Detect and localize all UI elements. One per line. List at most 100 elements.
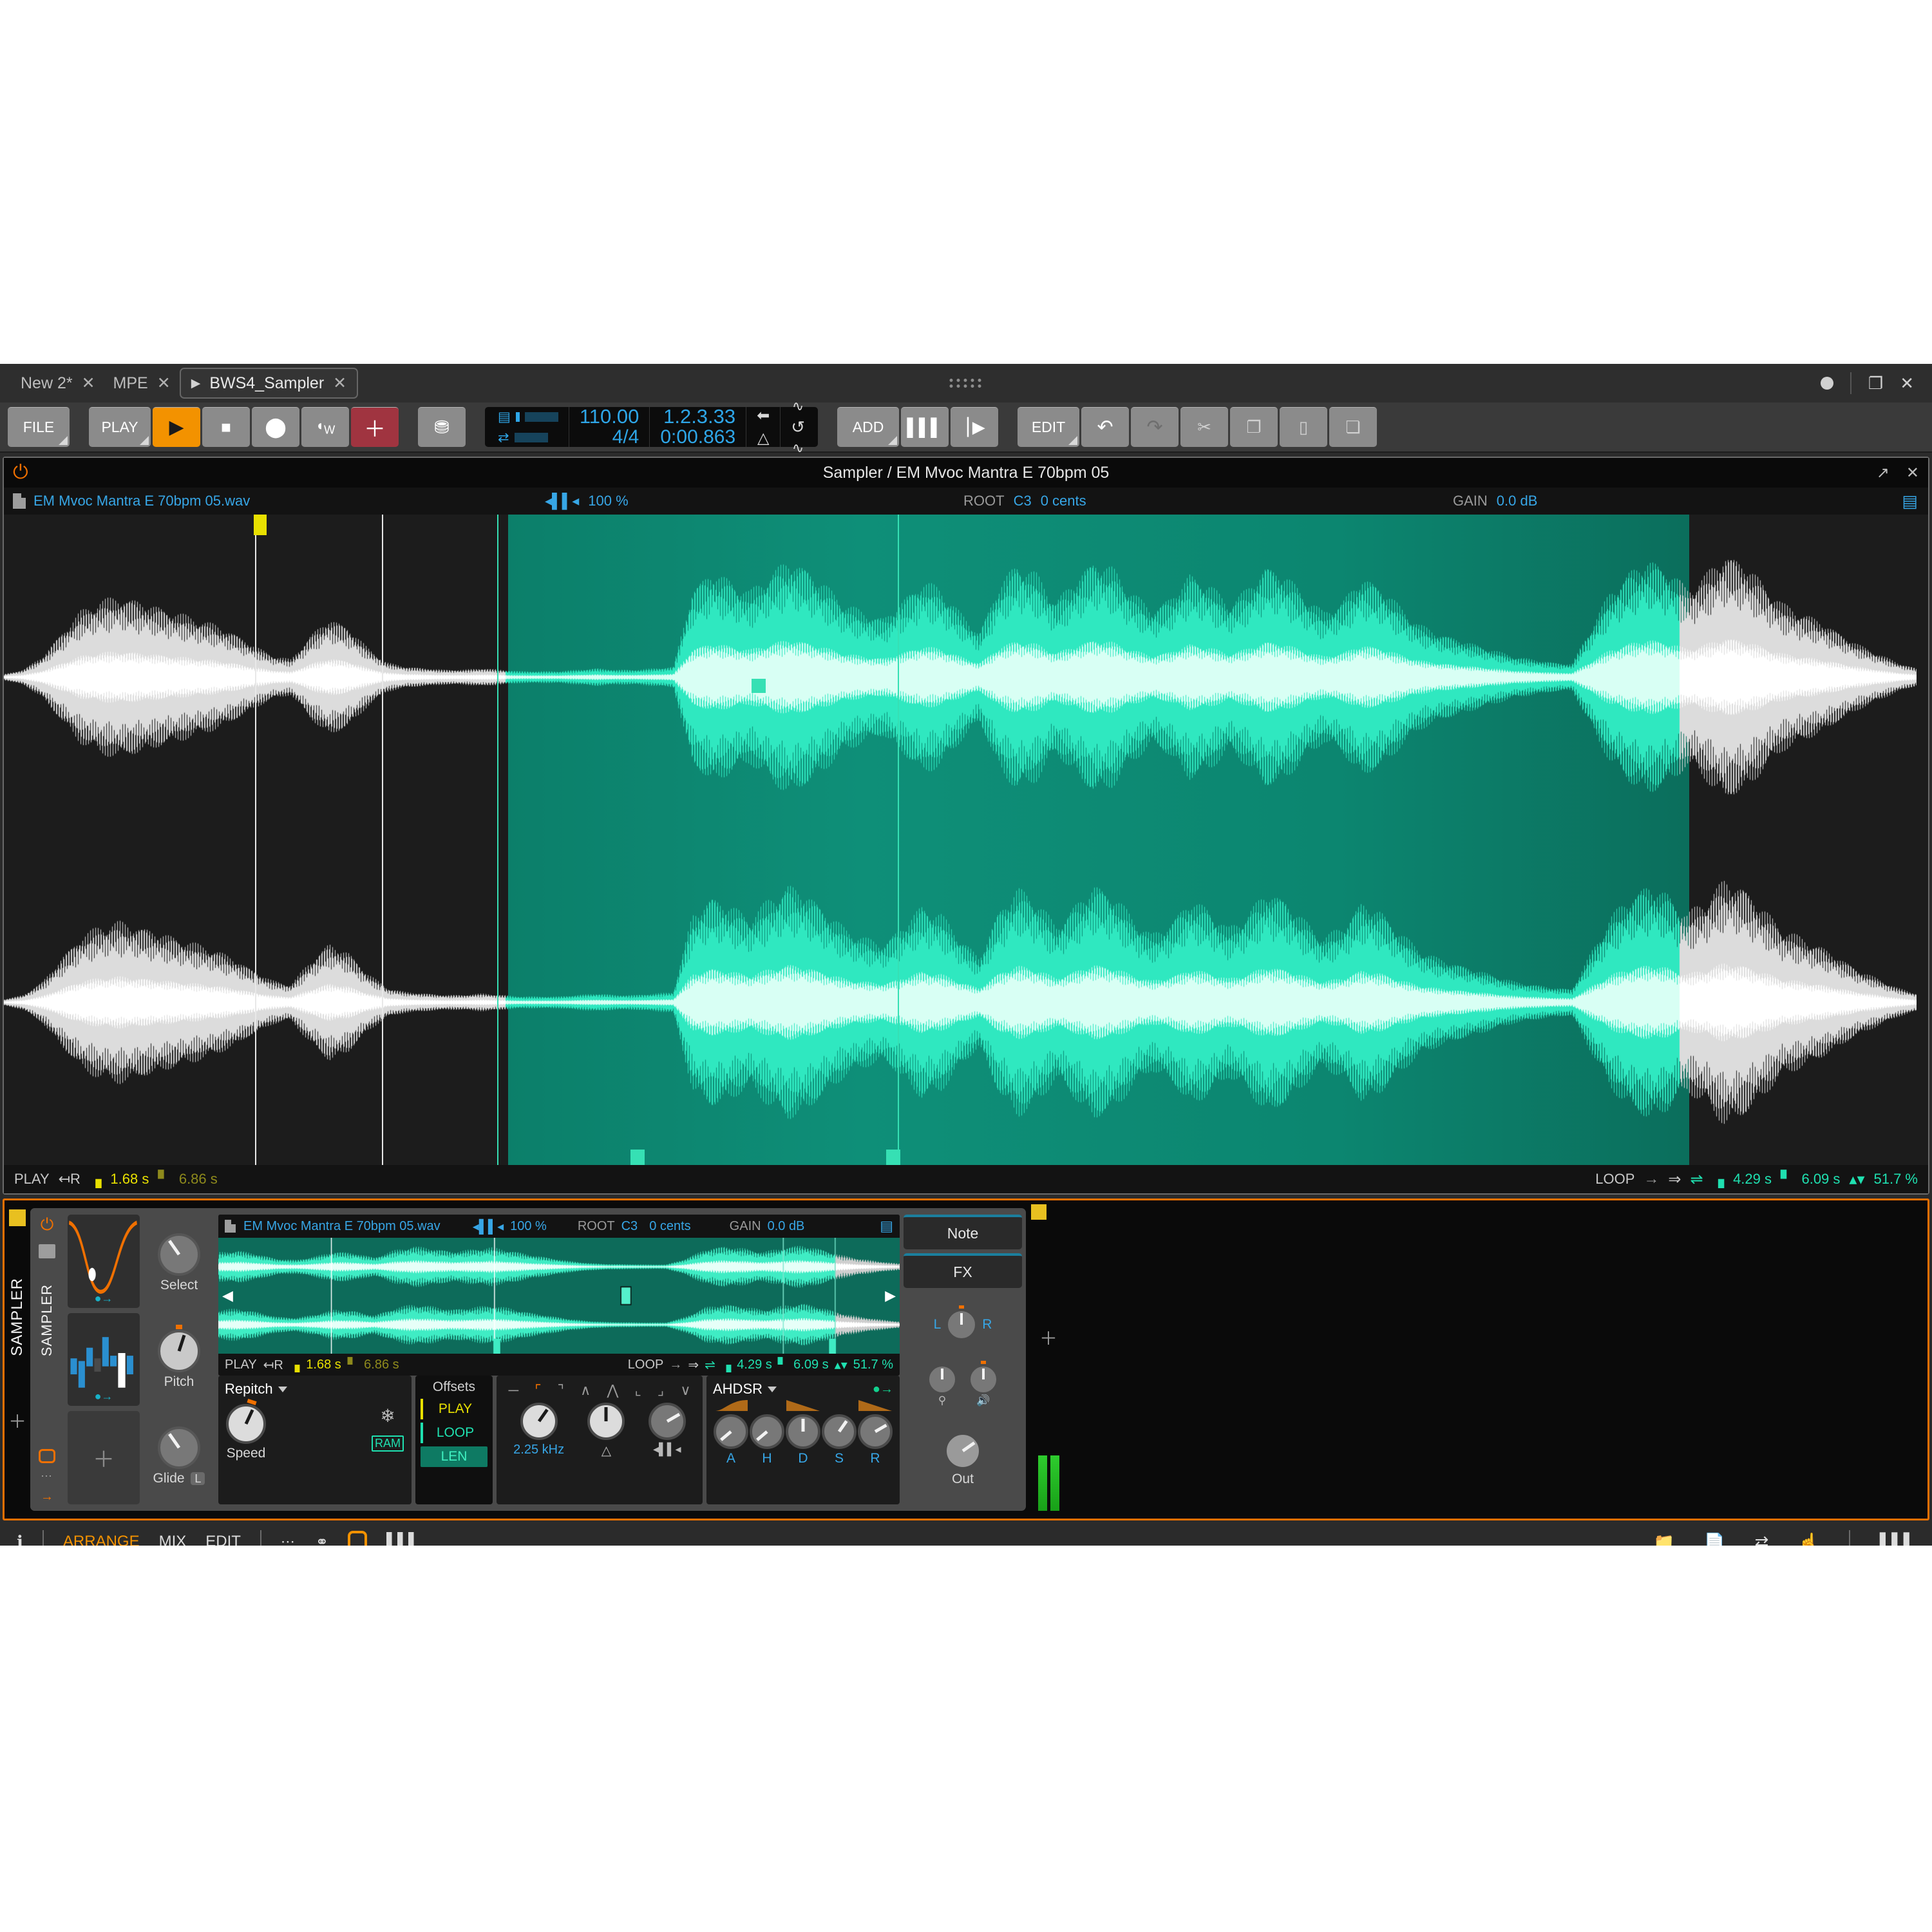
restore-window-icon[interactable]: ❐ [1868,374,1883,393]
chevron-down-icon[interactable] [278,1387,287,1392]
ram-icon[interactable]: RAM [372,1435,404,1452]
offset-loop-button[interactable]: LOOP [421,1423,488,1443]
add-note-clip-button[interactable]: ▌▌▌ [901,407,949,447]
mini-loop-end-value[interactable]: 6.09 s [793,1358,828,1372]
envelope-h-knob[interactable] [750,1414,784,1449]
add-menu-button[interactable]: ADD [837,407,899,447]
scroll-right-icon[interactable]: ▶ [885,1287,896,1304]
touch-icon[interactable]: ☝ [1798,1532,1819,1546]
modulation-icon[interactable]: ⚭ [316,1533,328,1546]
mixer-icon[interactable]: ▌▌▌ [1880,1532,1915,1546]
add-track-button[interactable]: ＋ [351,407,399,447]
io-icon[interactable]: ⇄ [1755,1532,1769,1546]
mini-loop-start-value[interactable]: 4.29 s [737,1358,772,1372]
root-cents-value[interactable]: 0 cents [1041,493,1086,509]
modulator-slot-envelope[interactable]: ●→ [68,1215,140,1308]
waveform-canvas[interactable] [4,515,1917,1165]
loop-start-value[interactable]: 4.29 s [1733,1171,1772,1188]
save-button[interactable]: ⛃ [418,407,466,447]
velocity-mix-knob[interactable] [969,1365,998,1394]
zoom-value[interactable]: 100 % [588,493,628,509]
mini-zoom-icon[interactable]: ◂▌▌◂ [473,1218,504,1235]
paste-button[interactable]: ▯ [1280,407,1327,447]
power-icon[interactable]: ⏻ [13,462,28,484]
mini-root-cents-value[interactable]: 0 cents [649,1219,690,1234]
envelope-r-knob[interactable] [858,1414,893,1449]
out-knob[interactable] [944,1432,981,1470]
record-button[interactable]: ⬤ [252,407,299,447]
tempo-signature-display[interactable]: 110.00 4/4 [569,407,650,447]
stop-button[interactable]: ■ [202,407,250,447]
device-expand-icon[interactable] [39,1449,55,1463]
view-tab-edit[interactable]: EDIT [205,1533,241,1546]
offset-len-button[interactable]: LEN [421,1446,488,1467]
scroll-left-icon[interactable]: ◀ [222,1287,233,1304]
modulator-slot-steps[interactable]: ●→ [68,1313,140,1406]
play-start-line[interactable] [255,515,256,1165]
cut-button[interactable]: ✂ [1180,407,1228,447]
tab-mpe[interactable]: MPE ✕ [104,370,180,397]
bandpass-icon[interactable]: ∧ [580,1382,591,1399]
browser-icon[interactable]: 📁 [1654,1532,1674,1546]
mini-reverse-icon[interactable]: ↤R [263,1357,283,1373]
popout-icon[interactable]: ↗ [1877,464,1889,482]
device-panel-icon[interactable] [348,1531,367,1546]
file-menu-button[interactable]: FILE [8,407,70,447]
tab-close-icon[interactable]: ✕ [333,374,346,393]
info-icon[interactable]: ℹ [17,1532,23,1546]
pre-roll-icon[interactable]: ⬅ [757,406,770,425]
fade-out-icon[interactable]: ∿ [792,440,804,457]
mini-sample-file-name[interactable]: EM Mvoc Mantra E 70bpm 05.wav [243,1219,440,1234]
position-display[interactable]: 1.2.3.33 0:00.863 [650,407,746,447]
crossfade-value[interactable]: 51.7 % [1874,1171,1918,1188]
record-indicator-icon[interactable] [1821,377,1833,390]
waveform-display[interactable] [4,515,1928,1165]
speed-knob[interactable] [226,1404,266,1444]
select-knob[interactable] [158,1233,200,1276]
highpass-icon[interactable]: ⌞ [634,1382,641,1399]
mini-crossfade-value[interactable]: 51.7 % [853,1358,893,1372]
play-end-value[interactable]: 6.86 s [179,1171,218,1188]
automation-write-button[interactable]: ◖W [301,407,349,447]
bandpass-4-icon[interactable]: ⋀ [607,1382,618,1399]
modulation-source-icon[interactable]: ●→ [95,1292,113,1305]
mini-gain-value[interactable]: 0.0 dB [768,1219,805,1234]
gain-value[interactable]: 0.0 dB [1497,493,1538,509]
loop-off-icon[interactable]: → [1643,1170,1659,1188]
play-button[interactable]: ▶ [153,407,200,447]
add-device-icon[interactable]: ＋ [8,1408,26,1434]
mini-waveform-display[interactable]: ◀ ▶ [218,1238,900,1354]
filter-keytrack-knob[interactable] [649,1403,686,1440]
arranger-loop-icon[interactable]: ↺ [791,417,805,437]
copy-button[interactable]: ❐ [1230,407,1278,447]
envelope-a-knob[interactable] [714,1414,748,1449]
modulator-slot-add[interactable]: ＋ [68,1411,140,1504]
chevron-down-icon[interactable] [768,1387,777,1392]
tempo-value[interactable]: 110.00 [580,406,639,427]
lowpass-icon[interactable]: ⌜ [535,1382,541,1399]
sample-file-name[interactable]: EM Mvoc Mantra E 70bpm 05.wav [33,493,250,509]
highpass-4-icon[interactable]: ⌟ [658,1382,664,1399]
mini-waveform-canvas[interactable] [218,1238,900,1354]
glide-mode-badge[interactable]: L [191,1472,205,1485]
chain-color-swatch[interactable] [1031,1204,1046,1220]
envelope-s-knob[interactable] [822,1414,857,1449]
key-mix-knob[interactable] [927,1365,957,1394]
tab-close-icon[interactable]: ✕ [157,374,171,393]
tab-close-icon[interactable]: ✕ [82,374,95,393]
modulation-out-icon[interactable]: → [41,1490,53,1504]
track-color-swatch[interactable] [9,1209,26,1226]
envelope-name[interactable]: AHDSR [713,1381,762,1397]
loop-end-line[interactable] [898,515,899,1165]
close-icon[interactable]: ✕ [1906,464,1919,482]
window-drag-handle[interactable] [950,379,983,388]
pitch-knob[interactable] [158,1330,200,1372]
mini-loop-pingpong-icon[interactable]: ⇌ [705,1357,715,1373]
play-start-value[interactable]: 1.68 s [110,1171,149,1188]
undo-button[interactable]: ↶ [1081,407,1129,447]
notch-icon[interactable]: ∨ [680,1382,690,1399]
preset-folder-icon[interactable] [39,1244,55,1258]
metronome-icon[interactable]: △ [757,429,769,448]
automation-icon[interactable]: ⋯ [281,1533,296,1546]
play-menu-button[interactable]: PLAY [89,407,151,447]
